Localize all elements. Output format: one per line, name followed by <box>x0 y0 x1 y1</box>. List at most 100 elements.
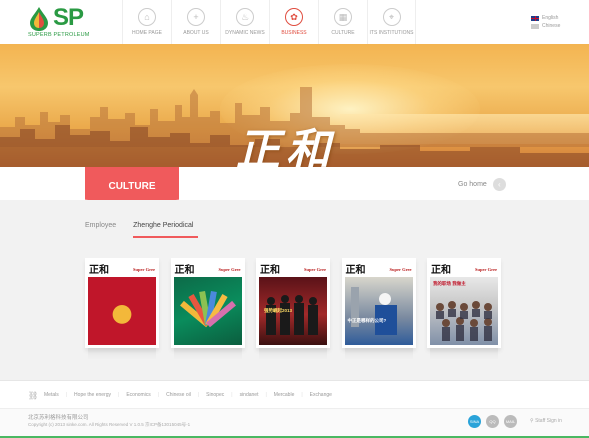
lang-english-label: English <box>542 15 559 21</box>
copyright: Copyright (c) 2013 sinke.com. All Rights… <box>28 422 191 427</box>
nav-label: CULTURE <box>331 30 355 36</box>
nav-label: ITS INSTITUTIONS <box>369 30 414 36</box>
staff-sign-in-link[interactable]: ⚲ Staff Sign in <box>530 418 562 424</box>
company-name: 北京苏利格科技有限公司 <box>28 415 89 421</box>
cover-title: 正和 <box>260 265 280 276</box>
hero-banner: 正和 <box>0 44 589 167</box>
content-tabs: Employee Zhenghe Periodical <box>85 222 210 238</box>
cover-reflection <box>430 348 498 360</box>
mail-icon[interactable]: MAIL <box>504 415 517 428</box>
go-home-link[interactable]: Go home ‹ <box>458 178 506 191</box>
friend-link[interactable]: Exchange <box>310 392 332 398</box>
friend-link[interactable]: Mercable <box>274 392 295 398</box>
nav-label: BUSINESS <box>281 30 307 36</box>
nav-item-culture[interactable]: ▦ CULTURE <box>318 0 367 44</box>
link-icon: ⛓ <box>28 391 39 400</box>
cover-subtitle: Super Gree <box>133 267 155 272</box>
divider: | <box>118 392 120 398</box>
nav-item-business[interactable]: ✿ BUSINESS <box>269 0 318 44</box>
staff-sign-in-label: Staff Sign in <box>535 418 562 424</box>
home-icon: ⌂ <box>138 8 156 26</box>
friend-link[interactable]: Sinopec <box>206 392 224 398</box>
cover-image <box>430 277 498 345</box>
divider: | <box>231 392 233 398</box>
friend-link[interactable]: Economics <box>126 392 150 398</box>
divider: | <box>265 392 267 398</box>
tab-zhenghe-periodical[interactable]: Zhenghe Periodical <box>133 222 199 238</box>
arrow-left-icon: ‹ <box>492 178 506 191</box>
lang-english[interactable]: English <box>531 14 560 22</box>
nav-label: ABOUT US <box>183 30 209 36</box>
social-links: SINA QQ MAIL <box>468 415 522 428</box>
periodical-cover[interactable]: 正和 Super Gree 我的职场 我做主 <box>427 258 501 360</box>
brand-subtitle: SUPERB PETROLEUM <box>28 32 90 38</box>
brand-name: SP <box>53 4 84 31</box>
friend-link[interactable]: Hope the energy <box>74 392 111 398</box>
periodical-cover[interactable]: 正和 Super Gree <box>170 258 245 360</box>
cover-title: 正和 <box>174 265 195 276</box>
cover-title: 正和 <box>89 265 109 276</box>
divider: | <box>301 392 303 398</box>
banner-title: 正和 <box>236 125 336 167</box>
map-pin-icon: ⌖ <box>382 8 401 26</box>
cards-fan-icon <box>179 290 236 328</box>
cover-image <box>88 277 156 345</box>
weibo-icon[interactable]: SINA <box>468 415 481 428</box>
plus-icon: + <box>187 8 205 26</box>
cover-caption: 中正是哪样的公司? <box>347 318 387 323</box>
worker-photo <box>350 287 397 335</box>
staff-grid-photo <box>436 301 492 341</box>
lang-chinese-label: Chinese <box>542 23 561 29</box>
cover-image <box>173 277 242 345</box>
friend-links: ⛓ Metals | Hope the energy | Economics | Ch… <box>0 380 589 409</box>
section-header: CULTURE Go home ‹ <box>0 167 589 205</box>
cover-reflection <box>88 348 156 360</box>
divider: | <box>157 392 160 398</box>
tab-employee[interactable]: Employee <box>85 222 116 238</box>
nav-item-about[interactable]: + ABOUT US <box>171 0 220 44</box>
cover-caption: 我的职场 我做主 <box>433 281 466 286</box>
friend-link[interactable]: Chinese oil <box>166 392 191 398</box>
cn-flag-icon <box>531 23 539 29</box>
cover-title: 正和 <box>345 265 366 276</box>
periodical-cover[interactable]: 正和 Super Gree <box>85 258 159 360</box>
uk-flag-icon <box>531 15 539 21</box>
culture-icon: ✿ <box>285 8 303 26</box>
friend-link[interactable]: sindanet <box>240 392 259 398</box>
cover-reflection <box>344 348 413 360</box>
cover-subtitle: Super Gree <box>218 267 241 272</box>
friend-link[interactable]: Metals <box>44 392 59 398</box>
language-switcher: English Chinese <box>531 14 560 30</box>
nav-item-home[interactable]: ⌂ HOME PAGE <box>122 0 171 44</box>
nav-label: HOME PAGE <box>132 30 162 36</box>
periodical-cover[interactable]: 正和 Super Gree 强势崛起2013 <box>256 258 330 360</box>
cover-title: 正和 <box>431 265 451 276</box>
divider: | <box>197 392 200 398</box>
cover-subtitle: Super Gree <box>304 267 326 272</box>
drop-icon: ♨ <box>236 8 254 26</box>
cover-image <box>344 277 413 345</box>
cover-reflection <box>259 348 327 360</box>
main-content: Employee Zhenghe Periodical 正和 Super Gre… <box>0 200 589 380</box>
header: SP SUPERB PETROLEUM ⌂ HOME PAGE + ABOUT … <box>0 0 589 44</box>
periodical-list: 正和 Super Gree 正和 Super Gree 正和 Super Gre… <box>85 258 513 360</box>
nav-item-institutions[interactable]: ⌖ ITS INSTITUTIONS <box>367 0 416 44</box>
cover-reflection <box>173 348 242 360</box>
logo-drop-icon <box>30 7 48 31</box>
logo[interactable]: SP SUPERB PETROLEUM <box>28 4 98 42</box>
cover-subtitle: Super Gree <box>475 267 497 272</box>
friend-links-list: Metals | Hope the energy | Economics | Chin… <box>44 392 332 398</box>
lang-chinese[interactable]: Chinese <box>531 22 560 30</box>
footer: 北京苏利格科技有限公司 Copyright (c) 2013 sinke.com… <box>0 409 589 438</box>
cover-subtitle: Super Gree <box>389 267 412 272</box>
qq-icon[interactable]: QQ <box>486 415 499 428</box>
go-home-label: Go home <box>458 181 487 188</box>
divider: | <box>65 392 68 398</box>
user-icon: ⚲ <box>530 418 534 424</box>
main-nav: ⌂ HOME PAGE + ABOUT US ♨ DYNAMIC NEWS ✿ … <box>122 0 416 44</box>
nav-label: DYNAMIC NEWS <box>225 30 265 36</box>
periodical-cover[interactable]: 正和 Super Gree 中正是哪样的公司? <box>341 258 416 360</box>
nav-item-news[interactable]: ♨ DYNAMIC NEWS <box>220 0 269 44</box>
cover-caption: 强势崛起2013 <box>264 308 293 313</box>
grid-icon: ▦ <box>334 8 352 26</box>
